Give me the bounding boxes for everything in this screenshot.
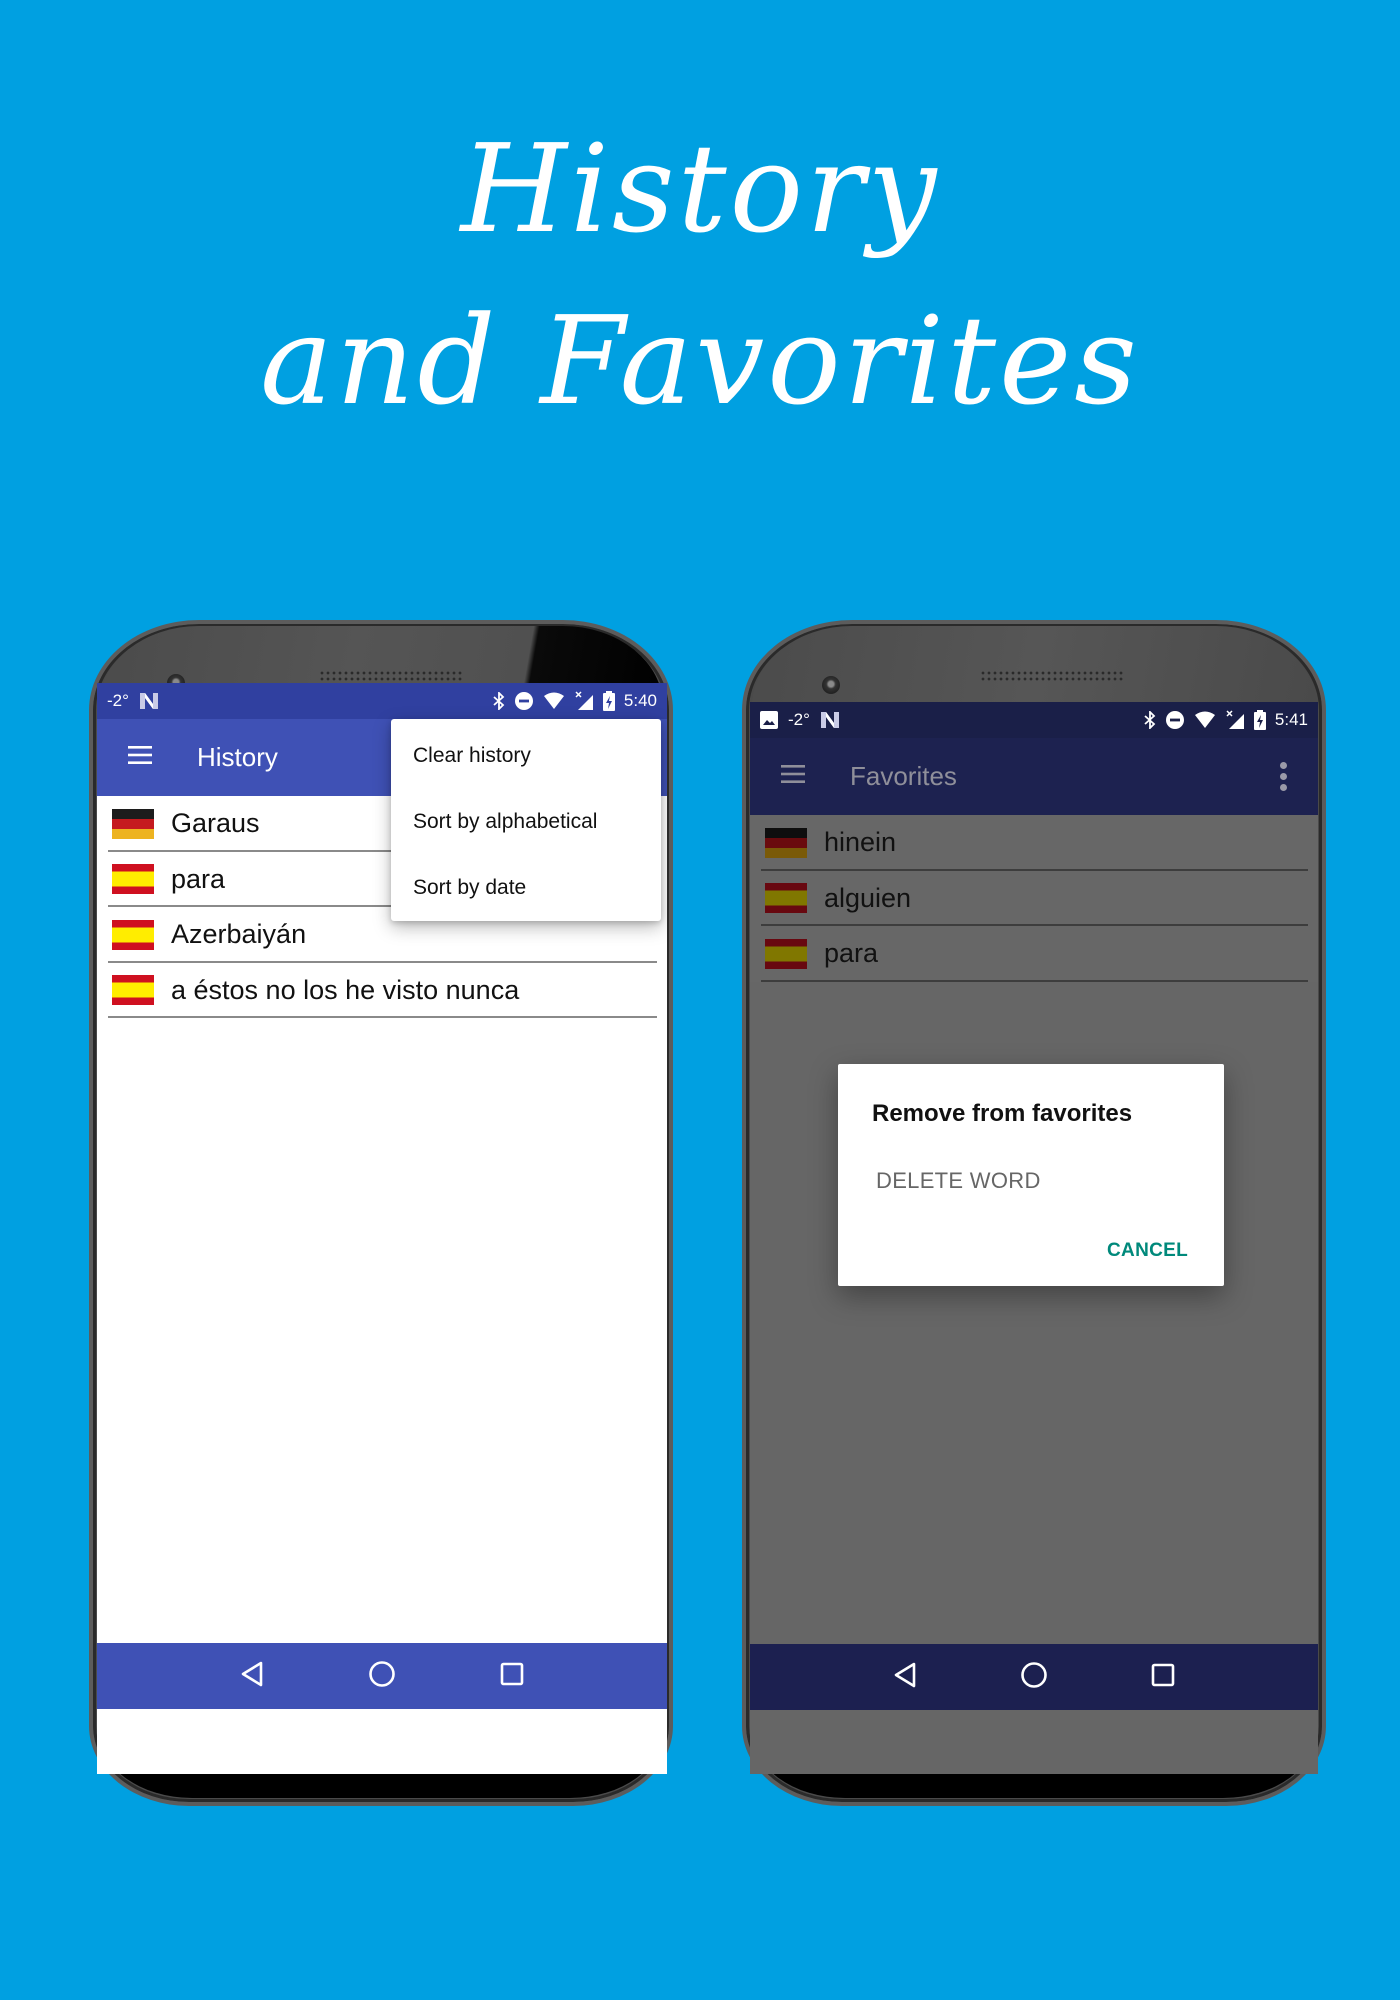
list-item[interactable]: alguien (750, 871, 1318, 927)
wifi-icon (543, 692, 565, 710)
battery-charging-icon (1253, 710, 1266, 730)
list-item-word: para (171, 863, 226, 894)
list-item[interactable]: a éstos no los he visto nunca (97, 963, 667, 1019)
home-button[interactable] (1009, 1652, 1059, 1702)
headline-line-2: and Favorites (260, 290, 1140, 432)
do-not-disturb-icon (1165, 710, 1185, 730)
more-vert-icon (1279, 762, 1287, 791)
home-icon (1020, 1661, 1048, 1694)
menu-item-sort-alphabetical[interactable]: Sort by alphabetical (391, 789, 661, 855)
menu-button[interactable] (764, 748, 822, 806)
favorites-screen: -2° 5:41 Favorites hinein alguien para R… (750, 702, 1318, 1774)
app-bar: Favorites (750, 738, 1318, 815)
home-button[interactable] (357, 1651, 407, 1701)
phone-history: -2° 5:40 History Garaus para Azerbaiyán … (89, 620, 673, 1806)
temperature-indicator: -2° (788, 710, 810, 729)
navigation-bar (97, 1643, 667, 1709)
recents-icon (500, 1662, 524, 1691)
remove-favorite-dialog: Remove from favorites DELETE WORD CANCEL (838, 1064, 1224, 1286)
list-item-word: Garaus (171, 808, 260, 839)
home-icon (368, 1660, 396, 1693)
bluetooth-icon (493, 692, 505, 710)
front-camera (822, 676, 840, 694)
image-notification-icon (760, 711, 778, 729)
list-item[interactable]: para (750, 926, 1318, 982)
bluetooth-icon (1144, 711, 1156, 729)
list-item-word: para (824, 938, 879, 969)
dialog-title: Remove from favorites (872, 1100, 1133, 1127)
menu-item-sort-date[interactable]: Sort by date (391, 855, 661, 921)
back-button[interactable] (227, 1651, 277, 1701)
spain-flag-icon (765, 938, 807, 969)
phone-favorites: -2° 5:41 Favorites hinein alguien para R… (742, 620, 1326, 1806)
germany-flag-icon (112, 808, 154, 839)
battery-charging-icon (602, 691, 615, 711)
overflow-menu-button[interactable] (1268, 752, 1298, 802)
temperature-indicator: -2° (107, 691, 129, 710)
recents-button[interactable] (1138, 1652, 1188, 1702)
speaker-grille (980, 670, 1125, 682)
overflow-menu: Clear history Sort by alphabetical Sort … (391, 719, 661, 921)
clock: 5:41 (1274, 710, 1308, 729)
list-item-word: hinein (824, 827, 897, 858)
spain-flag-icon (112, 864, 154, 895)
back-icon (240, 1660, 264, 1693)
notification-n-icon (820, 711, 840, 729)
hamburger-menu-icon (128, 746, 152, 769)
recents-icon (1151, 1663, 1175, 1692)
cellular-signal-icon (1225, 710, 1245, 730)
do-not-disturb-icon (514, 691, 534, 711)
page-title: Favorites (850, 761, 957, 791)
wifi-icon (1194, 711, 1216, 729)
cancel-button[interactable]: CANCEL (1107, 1240, 1188, 1262)
clock: 5:40 (623, 691, 657, 710)
status-bar: -2° (750, 702, 1318, 738)
navigation-bar (750, 1644, 1318, 1710)
speaker-grille (319, 670, 464, 682)
recents-button[interactable] (487, 1651, 537, 1701)
back-button[interactable] (880, 1652, 930, 1702)
list-item[interactable]: hinein (750, 815, 1318, 871)
hamburger-menu-icon (781, 765, 805, 788)
menu-item-clear-history[interactable]: Clear history (391, 723, 661, 789)
headline-line-1: History (460, 118, 940, 260)
page-title: History (197, 742, 278, 772)
cellular-signal-icon (574, 691, 594, 711)
delete-word-option[interactable]: DELETE WORD (876, 1168, 1041, 1194)
menu-button[interactable] (111, 729, 169, 787)
spain-flag-icon (112, 919, 154, 950)
notification-n-icon (139, 692, 159, 710)
spain-flag-icon (765, 883, 807, 914)
back-icon (893, 1661, 917, 1694)
status-bar: -2° (97, 683, 667, 719)
history-screen: -2° 5:40 History Garaus para Azerbaiyán … (97, 683, 667, 1774)
list-item-word: Azerbaiyán (171, 919, 307, 950)
list-item-word: alguien (824, 882, 912, 913)
favorites-list: hinein alguien para (750, 815, 1318, 982)
germany-flag-icon (765, 827, 807, 858)
list-item-word: a éstos no los he visto nunca (171, 974, 520, 1005)
spain-flag-icon (112, 975, 154, 1006)
